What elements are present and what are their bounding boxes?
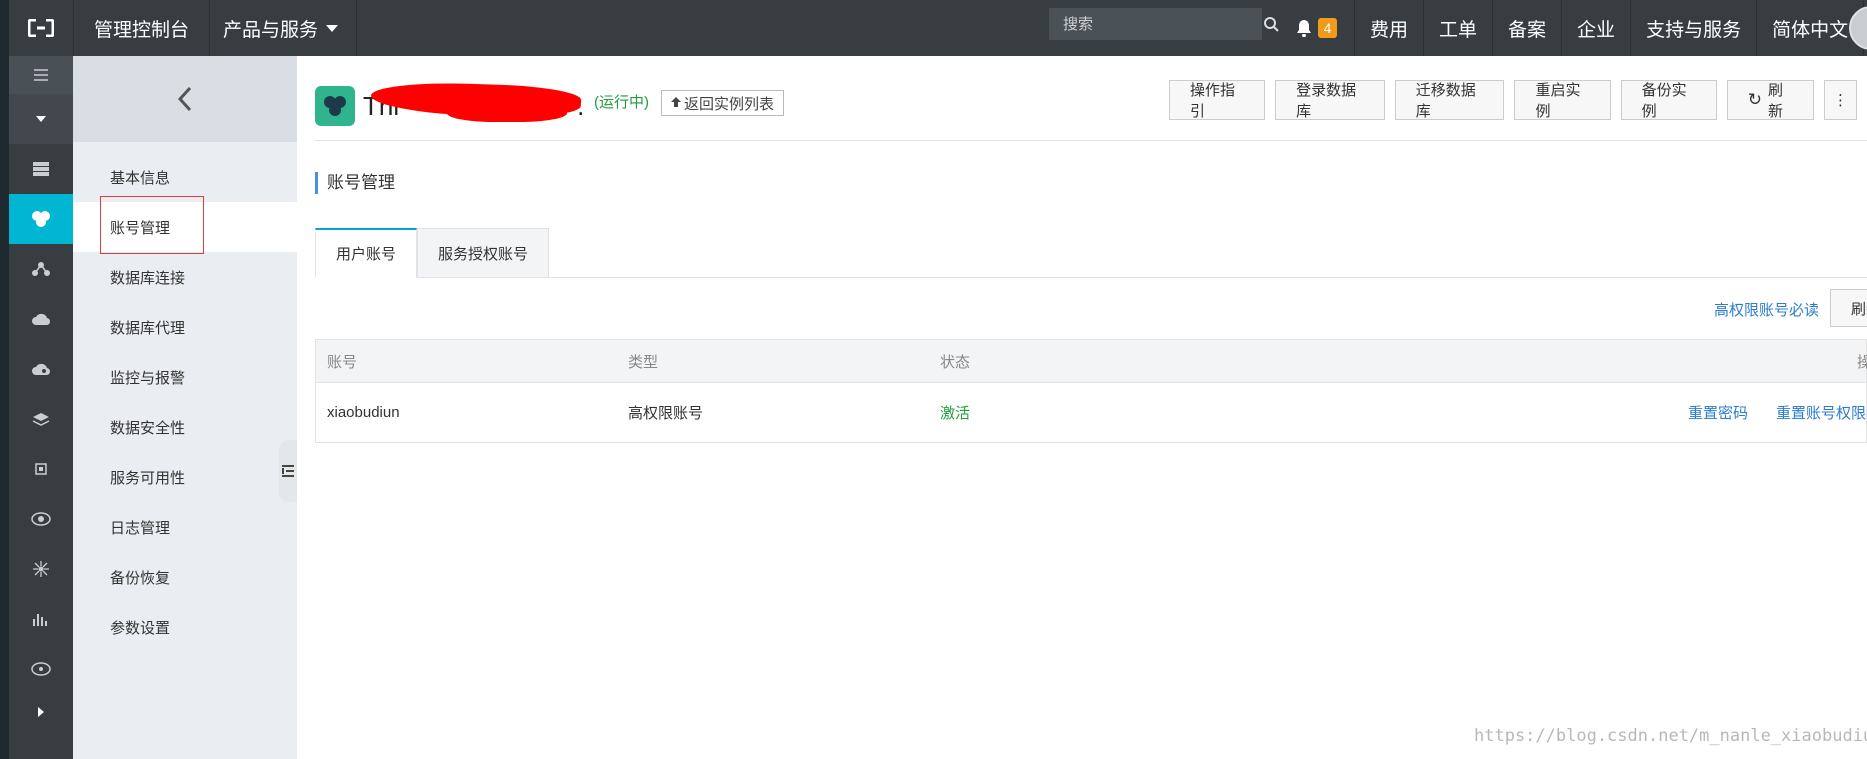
sidebar-item-security[interactable]: 数据安全性 [73, 402, 297, 452]
menu-icon[interactable] [9, 56, 73, 94]
bell-icon [1296, 20, 1311, 37]
col-status: 状态 [940, 353, 971, 371]
sidebar-item-accounts[interactable]: 账号管理 [73, 196, 297, 254]
sidebar-item-logs[interactable]: 日志管理 [73, 502, 297, 552]
sidebar-item-label: 服务可用性 [110, 469, 186, 487]
products-menu[interactable]: 产品与服务 [205, 0, 358, 56]
notification-button[interactable]: 4 [1279, 0, 1355, 56]
account-status: 激活 [940, 405, 971, 422]
sidebar-item-label: 参数设置 [110, 619, 171, 637]
sidebar-item-label: 数据安全性 [110, 419, 186, 437]
network-icon[interactable] [9, 244, 73, 294]
server-icon[interactable] [9, 144, 73, 194]
accounts-table: 账号 类型 状态 操 xiaobudiun 高权限账号 激活 重置密码 重置账号… [315, 339, 1867, 443]
col-account: 账号 [327, 353, 358, 371]
search-box [1049, 8, 1279, 40]
console-link[interactable]: 管理控制台 [73, 0, 211, 56]
rds-icon[interactable] [9, 194, 73, 244]
search-input[interactable] [1049, 8, 1262, 40]
account-tabs: 用户账号 服务授权账号 [315, 228, 550, 278]
sidebar: 基本信息 账号管理 数据库连接 数据库代理 监控与报警 数据安全性 服务可用性 … [73, 56, 297, 759]
aliyun-logo-icon[interactable] [9, 0, 73, 56]
sidebar-item-label: 备份恢复 [110, 569, 171, 587]
col-actions: 操 [1856, 353, 1867, 371]
table-refresh-button[interactable]: 刷新 [1830, 289, 1867, 327]
main-content: Thi. (运行中) 返回实例列表 操作指引 登录数据库 迁移数据库 重启实例 … [297, 56, 1867, 759]
cloud-icon[interactable] [9, 344, 73, 394]
notification-badge: 4 [1317, 18, 1338, 38]
sidebar-item-label: 数据库代理 [110, 319, 186, 337]
backup-button[interactable]: 备份实例 [1620, 80, 1717, 120]
icon-rail [9, 56, 73, 759]
caret-down-icon [326, 24, 339, 32]
instance-actions: 操作指引 登录数据库 迁移数据库 重启实例 备份实例 ↻ 刷新 ⋮ [1169, 80, 1867, 120]
search-button[interactable] [1262, 8, 1279, 40]
console-frame: 管理控制台 产品与服务 4 费用 工单 备案 企业 支持与服务 简体中文 [9, 0, 1867, 759]
col-type: 类型 [628, 353, 659, 371]
sidebar-item-backup[interactable]: 备份恢复 [73, 552, 297, 602]
restart-button[interactable]: 重启实例 [1514, 80, 1611, 120]
collapse-icon [282, 465, 294, 477]
cloud-upload-icon[interactable] [9, 294, 73, 344]
chevron-left-icon [178, 86, 192, 112]
login-db-button[interactable]: 登录数据库 [1275, 80, 1385, 120]
sidebar-item-params[interactable]: 参数设置 [73, 602, 297, 652]
tab-service-accounts[interactable]: 服务授权账号 [417, 228, 550, 278]
back-button[interactable] [73, 56, 297, 142]
chip-icon[interactable] [9, 444, 73, 494]
more-button[interactable]: ⋮ [1824, 80, 1858, 120]
divider [315, 140, 1867, 141]
row-actions: 重置密码 重置账号权限 [1640, 402, 1866, 423]
eye-icon[interactable] [9, 494, 73, 544]
hub-icon[interactable] [9, 544, 73, 594]
page-title: 账号管理 [315, 172, 395, 194]
guide-button[interactable]: 操作指引 [1169, 80, 1266, 120]
nav-tickets[interactable]: 工单 [1424, 0, 1494, 56]
sidebar-item-label: 基本信息 [110, 169, 171, 187]
instance-status: (运行中) [594, 94, 649, 111]
high-priv-notice-link[interactable]: 高权限账号必读 [1714, 299, 1819, 320]
table-header: 账号 类型 状态 操 [316, 340, 1867, 383]
nav-support[interactable]: 支持与服务 [1631, 0, 1758, 56]
account-type: 高权限账号 [628, 405, 704, 422]
sidebar-item-availability[interactable]: 服务可用性 [73, 452, 297, 502]
sidebar-item-monitoring[interactable]: 监控与报警 [73, 352, 297, 402]
tab-user-accounts[interactable]: 用户账号 [315, 228, 418, 278]
caret-down-icon[interactable] [9, 94, 73, 144]
nav-icp[interactable]: 备案 [1493, 0, 1563, 56]
back-to-list-button[interactable]: 返回实例列表 [661, 90, 785, 116]
expand-icon[interactable] [9, 687, 73, 737]
migrate-db-button[interactable]: 迁移数据库 [1394, 80, 1505, 120]
table-row: xiaobudiun 高权限账号 激活 重置密码 重置账号权限 [316, 383, 1866, 443]
sidebar-menu: 基本信息 账号管理 数据库连接 数据库代理 监控与报警 数据安全性 服务可用性 … [73, 142, 297, 652]
sidebar-item-basic-info[interactable]: 基本信息 [73, 152, 297, 202]
refresh-button[interactable]: ↻ 刷新 [1726, 80, 1815, 120]
more-icon: ⋮ [1833, 92, 1849, 109]
sidebar-item-db-connection[interactable]: 数据库连接 [73, 252, 297, 302]
reset-permissions-link[interactable]: 重置账号权限 [1776, 402, 1866, 423]
top-bar: 管理控制台 产品与服务 4 费用 工单 备案 企业 支持与服务 简体中文 [9, 0, 1867, 56]
account-name: xiaobudiun [327, 404, 400, 421]
nav-billing[interactable]: 费用 [1355, 0, 1425, 56]
redaction-mark [447, 100, 567, 122]
sidebar-item-db-proxy[interactable]: 数据库代理 [73, 302, 297, 352]
nav-enterprise[interactable]: 企业 [1562, 0, 1632, 56]
refresh-icon: ↻ [1747, 90, 1762, 109]
top-nav-links: 费用 工单 备案 企业 支持与服务 简体中文 [1355, 0, 1865, 56]
layers-icon[interactable] [9, 394, 73, 444]
chart-icon[interactable] [9, 594, 73, 644]
sidebar-item-label: 日志管理 [110, 519, 171, 537]
sidebar-item-label: 数据库连接 [110, 269, 186, 287]
search-icon [1264, 17, 1279, 32]
highlight-box [100, 196, 204, 254]
rds-instance-icon [315, 86, 355, 126]
products-label: 产品与服务 [223, 19, 319, 41]
upload-arrow-icon [671, 97, 681, 107]
reset-password-link[interactable]: 重置密码 [1688, 402, 1748, 423]
sidebar-item-label: 监控与报警 [110, 369, 186, 387]
sidebar-collapse-handle[interactable] [279, 440, 297, 502]
watermark: https://blog.csdn.net/m_nanle_xiaobudiu [1474, 726, 1867, 746]
